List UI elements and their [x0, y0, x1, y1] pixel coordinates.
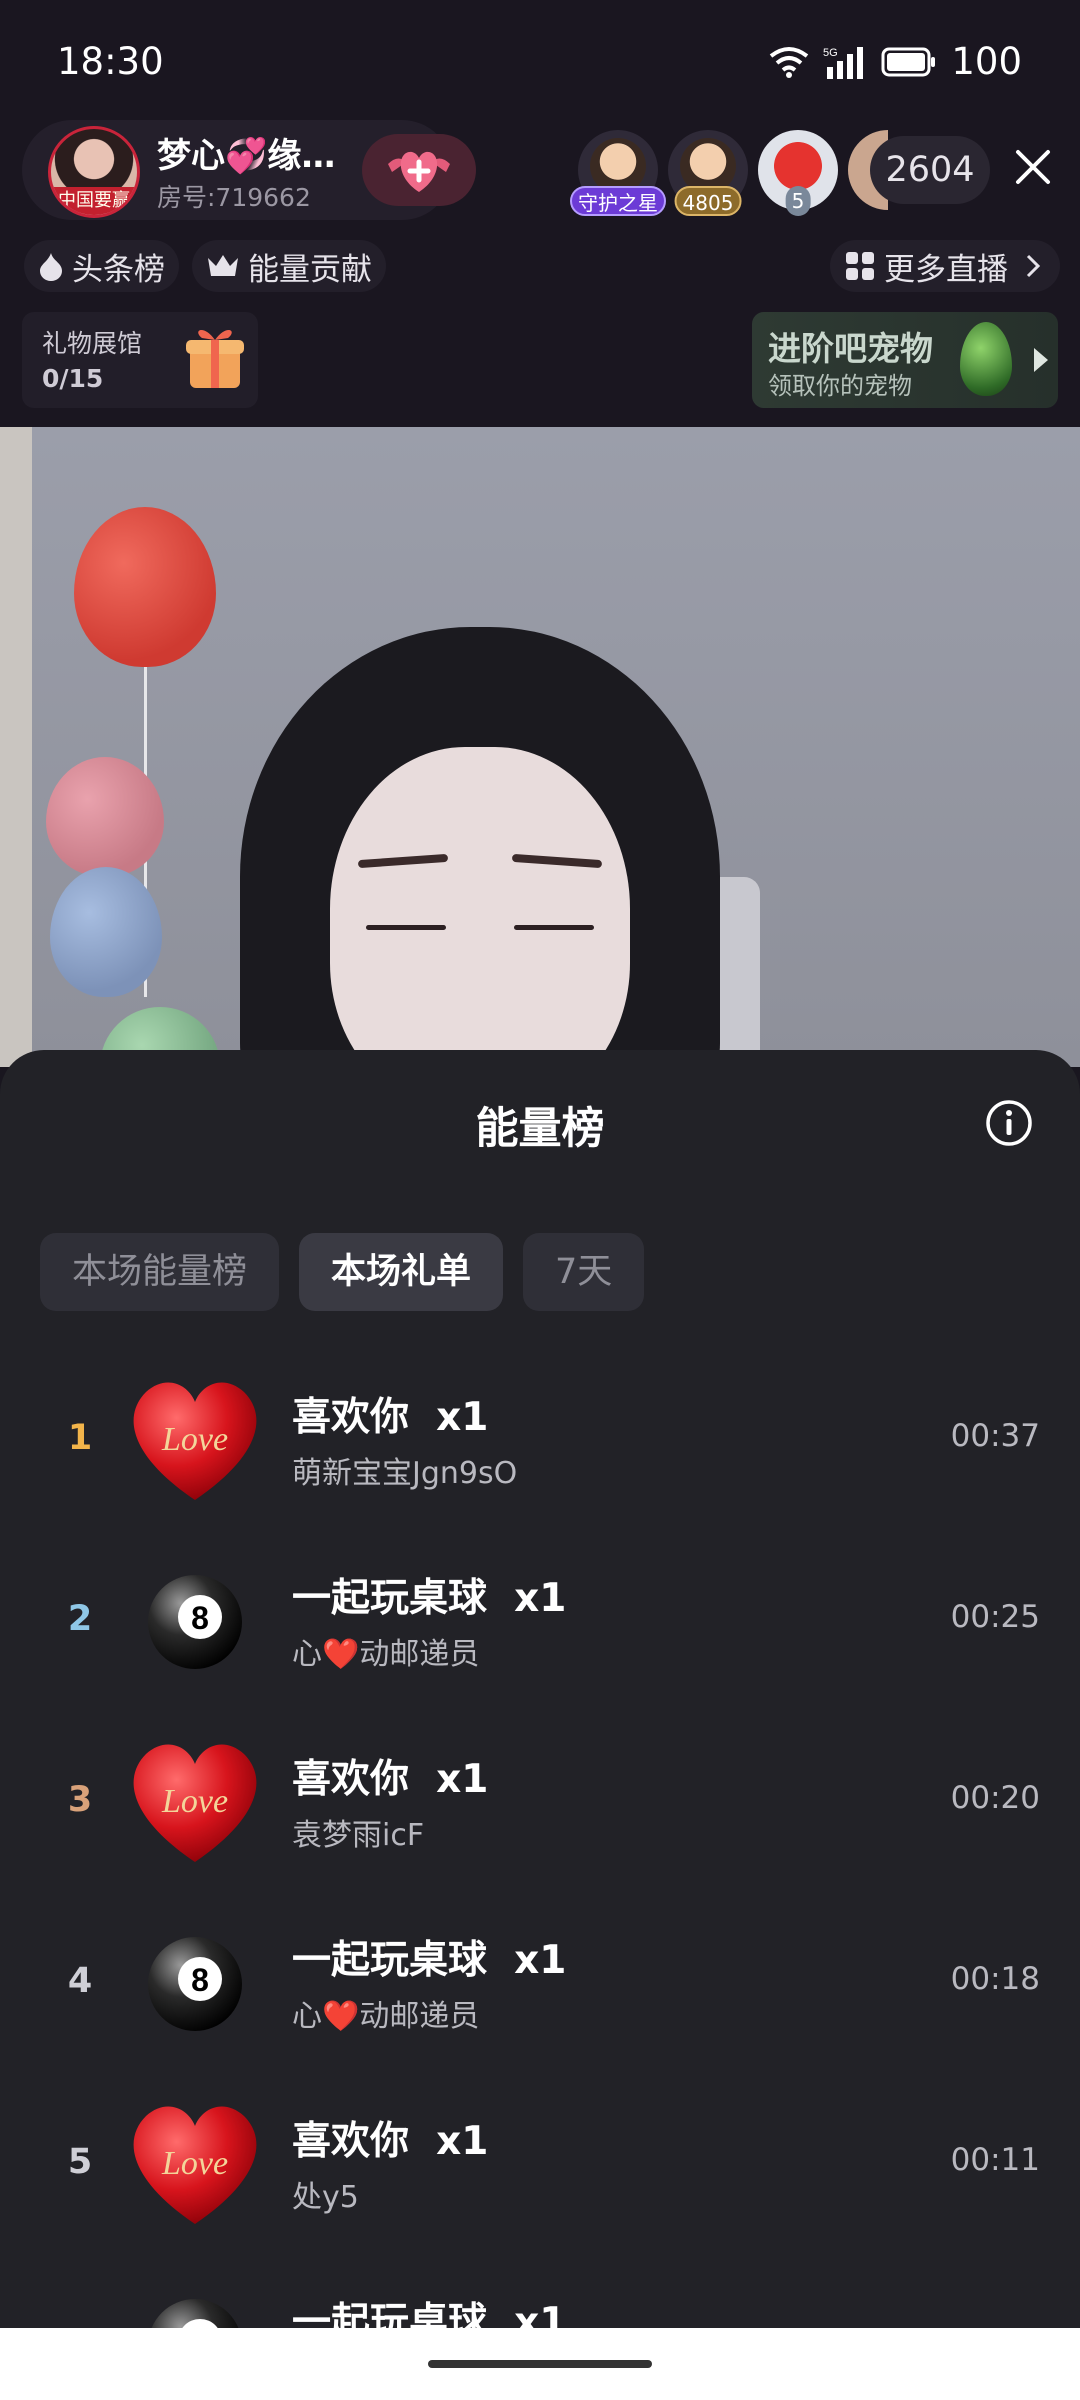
- gift-list: 1 Love 喜欢你 x1 萌新宝宝Jgn9sO 00:37 2 8 一起玩桌球…: [0, 1350, 1080, 2400]
- pet-banner-title: 进阶吧宠物: [768, 329, 933, 368]
- viewer-level-badge: 4805: [674, 186, 742, 216]
- gift-box-icon: [186, 329, 244, 388]
- svg-text:8: 8: [191, 1962, 209, 1998]
- flame-icon: [40, 253, 62, 281]
- balloon-decoration: [74, 507, 216, 667]
- gift-time: 00:37: [950, 1418, 1040, 1454]
- gift-list-item[interactable]: 5 Love 喜欢你 x1 处y5 00:11: [0, 2074, 1080, 2255]
- svg-text:Love: Love: [161, 2145, 228, 2182]
- rank-number: 5: [67, 2142, 93, 2182]
- status-bar: 18:30 5G 100: [0, 0, 1080, 125]
- svg-text:Love: Love: [161, 1783, 228, 1820]
- host-name: 梦心💞缘…: [157, 136, 336, 176]
- svg-text:5G: 5G: [823, 47, 838, 59]
- rank-tabs: 本场能量榜 本场礼单 7天: [40, 1233, 645, 1311]
- headline-rank-button[interactable]: 头条榜: [24, 240, 179, 292]
- billiard-ball-icon: 8: [148, 1575, 242, 1669]
- crown-icon: [208, 255, 238, 276]
- svg-text:Love: Love: [161, 1421, 228, 1458]
- rank-links-row: 头条榜 能量贡献 更多直播: [0, 236, 1080, 296]
- play-arrow-icon: [1034, 348, 1048, 372]
- sender-name: 萌新宝宝Jgn9sO: [292, 1456, 518, 1491]
- follow-button[interactable]: [362, 134, 476, 206]
- live-room-header: 18:30 5G 100 中国要赢 梦心💞缘… 房号:719662 守护之星 4…: [0, 0, 1080, 427]
- pet-banner-subtitle: 领取你的宠物: [768, 372, 912, 400]
- host-avatar[interactable]: 中国要赢: [48, 126, 140, 218]
- guard-star-badge: 守护之星: [570, 186, 666, 216]
- sender-name: 处y5: [292, 2180, 359, 2215]
- navigation-bar: [0, 2328, 1080, 2400]
- chevron-right-icon: [1026, 254, 1041, 278]
- gift-name: 喜欢你 x1: [292, 1395, 489, 1440]
- sender-name: 心❤️动邮递员: [292, 1999, 480, 2034]
- gift-name: 一起玩桌球 x1: [292, 1938, 567, 1983]
- headline-rank-label: 头条榜: [72, 251, 165, 288]
- energy-contribution-label: 能量贡献: [248, 251, 372, 288]
- room-info-row: 中国要赢 梦心💞缘… 房号:719662 守护之星 4805 5 2604: [0, 120, 1080, 220]
- balloon-decoration: [50, 867, 162, 997]
- top-viewers: 守护之星 4805 5: [570, 128, 898, 216]
- close-icon[interactable]: [1010, 144, 1056, 190]
- gift-time: 00:11: [950, 2142, 1040, 2178]
- viewer-avatar[interactable]: 5: [758, 130, 838, 216]
- more-live-label: 更多直播: [884, 251, 1008, 288]
- viewer-avatar[interactable]: 守护之星: [570, 130, 666, 216]
- gift-time: 00:25: [950, 1599, 1040, 1635]
- live-video-stream[interactable]: [0, 427, 1080, 1067]
- svg-text:8: 8: [191, 1600, 209, 1636]
- gift-list-item[interactable]: 4 8 一起玩桌球 x1 心❤️动邮递员 00:18: [0, 1893, 1080, 2074]
- room-id: 房号:719662: [157, 183, 311, 212]
- gift-name: 喜欢你 x1: [292, 1757, 489, 1802]
- tab-7-days[interactable]: 7天: [523, 1233, 645, 1311]
- pet-egg-icon: [960, 322, 1012, 396]
- gift-hall-label: 礼物展馆: [42, 329, 143, 358]
- energy-rank-sheet: 能量榜 本场能量榜 本场礼单 7天 1 Love 喜欢你 x1 萌新宝宝Jgn9…: [0, 1050, 1080, 2400]
- pet-promo-banner[interactable]: 进阶吧宠物 领取你的宠物: [752, 312, 1058, 408]
- gift-time: 00:20: [950, 1780, 1040, 1816]
- gift-list-item[interactable]: 1 Love 喜欢你 x1 萌新宝宝Jgn9sO 00:37: [0, 1350, 1080, 1531]
- status-icons: 5G 100: [769, 40, 1022, 83]
- host-avatar-tag: 中国要赢: [51, 187, 137, 215]
- sheet-title: 能量榜: [475, 1104, 605, 1154]
- rank-number: 2: [67, 1599, 93, 1639]
- grid-icon: [846, 252, 874, 280]
- sender-name: 心❤️动邮递员: [292, 1637, 480, 1672]
- viewer-avatar[interactable]: 4805: [668, 130, 748, 216]
- gift-list-item[interactable]: 2 8 一起玩桌球 x1 心❤️动邮递员 00:25: [0, 1531, 1080, 1712]
- more-live-button[interactable]: 更多直播: [830, 240, 1060, 292]
- rank-number: 3: [67, 1780, 93, 1820]
- cellular-signal-icon: 5G: [823, 46, 864, 79]
- viewer-level-badge: 5: [785, 186, 811, 216]
- home-indicator[interactable]: [428, 2360, 652, 2368]
- battery-level: 100: [951, 40, 1022, 83]
- balloon-decoration: [46, 757, 164, 877]
- status-time: 18:30: [57, 40, 164, 83]
- rank-number: 1: [67, 1418, 93, 1458]
- tab-session-energy-rank[interactable]: 本场能量榜: [40, 1233, 280, 1311]
- info-icon[interactable]: [984, 1098, 1034, 1148]
- winged-heart-icon: [388, 151, 450, 192]
- gift-hall-count: 0/15: [42, 364, 104, 393]
- love-heart-icon: Love: [133, 1744, 257, 1862]
- gift-name: 喜欢你 x1: [292, 2119, 489, 2164]
- gift-hall-button[interactable]: 礼物展馆 0/15: [22, 312, 258, 408]
- streamer-face: [330, 747, 630, 1067]
- gift-time: 00:18: [950, 1961, 1040, 1997]
- love-heart-icon: Love: [133, 1382, 257, 1500]
- host-info[interactable]: 中国要赢 梦心💞缘… 房号:719662: [22, 120, 476, 220]
- rank-number: 4: [67, 1961, 93, 2001]
- battery-icon: [881, 47, 936, 76]
- energy-contribution-button[interactable]: 能量贡献: [192, 240, 386, 292]
- wifi-icon: [770, 46, 809, 78]
- tab-session-gift-list[interactable]: 本场礼单: [299, 1233, 504, 1311]
- gift-name: 一起玩桌球 x1: [292, 1576, 567, 1621]
- billiard-ball-icon: 8: [148, 1937, 242, 2031]
- online-count[interactable]: 2604: [870, 136, 990, 204]
- love-heart-icon: Love: [133, 2106, 257, 2224]
- gift-list-item[interactable]: 3 Love 喜欢你 x1 袁梦雨icF 00:20: [0, 1712, 1080, 1893]
- sender-name: 袁梦雨icF: [292, 1818, 425, 1853]
